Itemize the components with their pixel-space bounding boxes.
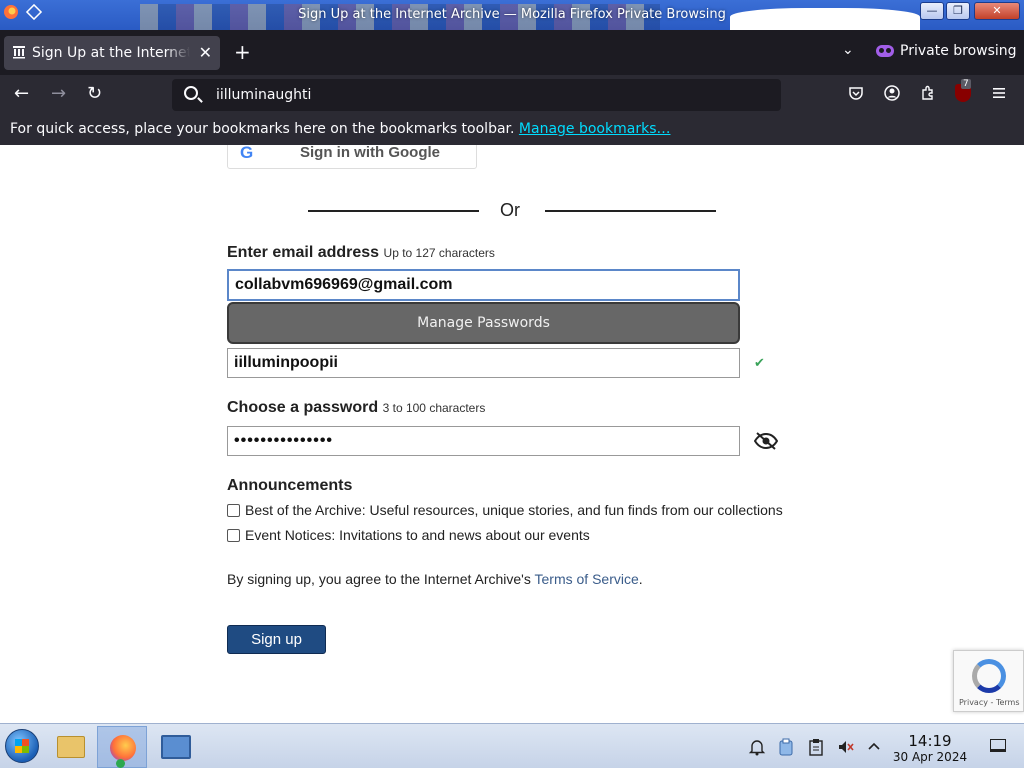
firefox-taskbar-app[interactable] <box>97 726 147 768</box>
volume-muted-icon[interactable] <box>837 738 855 760</box>
option-event-notices[interactable]: Event Notices: Invitations to and news a… <box>227 527 590 543</box>
file-manager-app[interactable] <box>45 726 95 768</box>
account-icon[interactable] <box>883 85 901 103</box>
sign-up-button[interactable]: Sign up <box>227 625 326 654</box>
email-label: Enter email address Up to 127 characters <box>227 244 495 262</box>
clipboard-tray-icon[interactable] <box>778 738 794 760</box>
option-label: Best of the Archive: Useful resources, u… <box>245 502 783 518</box>
terms-prefix: By signing up, you agree to the Internet… <box>227 571 531 587</box>
reload-button[interactable]: ↻ <box>87 85 102 103</box>
checkbox[interactable] <box>227 503 240 517</box>
tab-active[interactable]: Sign Up at the Internet Archive ✕ <box>4 36 220 70</box>
divider-right <box>545 210 716 212</box>
password-label-text: Choose a password <box>227 399 379 416</box>
network-app[interactable] <box>149 726 199 768</box>
clock[interactable]: 14:19 30 Apr 2024 <box>890 732 970 764</box>
clipboard-icon[interactable] <box>808 738 824 760</box>
window-titlebar: Sign Up at the Internet Archive — Mozill… <box>0 0 1024 30</box>
pocket-icon[interactable] <box>847 85 865 103</box>
terms-of-service-link[interactable]: Terms of Service <box>535 571 639 587</box>
password-label: Choose a password 3 to 100 characters <box>227 399 485 417</box>
show-desktop-icon[interactable] <box>990 739 1006 752</box>
clock-time: 14:19 <box>908 732 952 750</box>
google-logo-icon: G <box>240 145 254 162</box>
url-bar[interactable] <box>172 79 781 111</box>
ublock-badge: 7 <box>961 79 971 89</box>
password-hint: 3 to 100 characters <box>382 401 486 415</box>
bookmarks-toolbar: For quick access, place your bookmarks h… <box>0 115 1024 145</box>
new-window-badge-icon <box>116 759 125 768</box>
private-mask-icon <box>876 45 894 57</box>
maximize-button[interactable]: ❐ <box>946 2 970 20</box>
new-tab-button[interactable]: + <box>234 40 251 64</box>
email-input[interactable] <box>227 269 740 301</box>
url-input[interactable] <box>216 84 756 106</box>
or-separator: Or <box>500 200 520 220</box>
username-input[interactable] <box>227 348 740 378</box>
private-browsing-indicator: Private browsing <box>876 43 1017 59</box>
terms-text: By signing up, you agree to the Internet… <box>227 571 643 587</box>
navigation-toolbar: ← → ↻ <box>0 75 1024 115</box>
tab-close-icon[interactable]: ✕ <box>199 43 212 62</box>
forward-button[interactable]: → <box>51 85 66 103</box>
close-window-button[interactable]: ✕ <box>974 2 1020 20</box>
password-input[interactable]: ••••••••••••••• <box>227 426 740 456</box>
start-button[interactable] <box>5 729 39 763</box>
divider-left <box>308 210 479 212</box>
private-browsing-label: Private browsing <box>900 43 1017 59</box>
bookmarks-message: For quick access, place your bookmarks h… <box>10 121 670 137</box>
taskbar: 14:19 30 Apr 2024 <box>0 723 1024 768</box>
firefox-icon <box>110 735 136 761</box>
archive-favicon-icon <box>12 45 28 61</box>
back-button[interactable]: ← <box>14 85 29 103</box>
menu-icon[interactable] <box>990 85 1008 103</box>
google-sign-in-label: Sign in with Google <box>300 145 440 161</box>
recaptcha-logo-icon <box>972 659 1006 693</box>
tab-strip: Sign Up at the Internet Archive ✕ <box>0 30 1024 75</box>
checkbox[interactable] <box>227 528 240 542</box>
ublock-icon[interactable]: 7 <box>955 79 971 102</box>
recaptcha-badge[interactable]: Privacy - Terms <box>953 650 1024 712</box>
option-label: Event Notices: Invitations to and news a… <box>245 527 590 543</box>
extensions-icon[interactable] <box>919 85 937 103</box>
tab-label: Sign Up at the Internet Archive <box>32 45 190 61</box>
search-icon <box>184 86 198 100</box>
notifications-icon[interactable] <box>748 738 766 760</box>
folder-icon <box>57 736 85 758</box>
tray-expand-icon[interactable] <box>866 738 882 758</box>
list-all-tabs-button[interactable]: ⌄ <box>842 42 854 58</box>
announcements-title: Announcements <box>227 477 353 494</box>
manage-bookmarks-link[interactable]: Manage bookmarks… <box>519 121 671 137</box>
show-password-icon[interactable] <box>753 431 779 451</box>
manage-passwords-button[interactable]: Manage Passwords <box>227 302 740 344</box>
option-best-of-archive[interactable]: Best of the Archive: Useful resources, u… <box>227 502 783 518</box>
clock-date: 30 Apr 2024 <box>892 750 968 764</box>
window-title: Sign Up at the Internet Archive — Mozill… <box>298 7 726 22</box>
page-content: G Sign in with Google Or Enter email add… <box>0 145 1024 723</box>
email-hint: Up to 127 characters <box>383 246 495 260</box>
recaptcha-links[interactable]: Privacy - Terms <box>959 698 1020 707</box>
minimize-button[interactable]: — <box>920 2 944 20</box>
bookmarks-hint-text: For quick access, place your bookmarks h… <box>10 121 515 137</box>
google-sign-in-button[interactable]: G Sign in with Google <box>227 145 477 169</box>
network-icon <box>161 735 191 759</box>
terms-suffix: . <box>638 571 643 587</box>
email-label-text: Enter email address <box>227 244 380 261</box>
check-icon: ✔ <box>754 355 765 370</box>
